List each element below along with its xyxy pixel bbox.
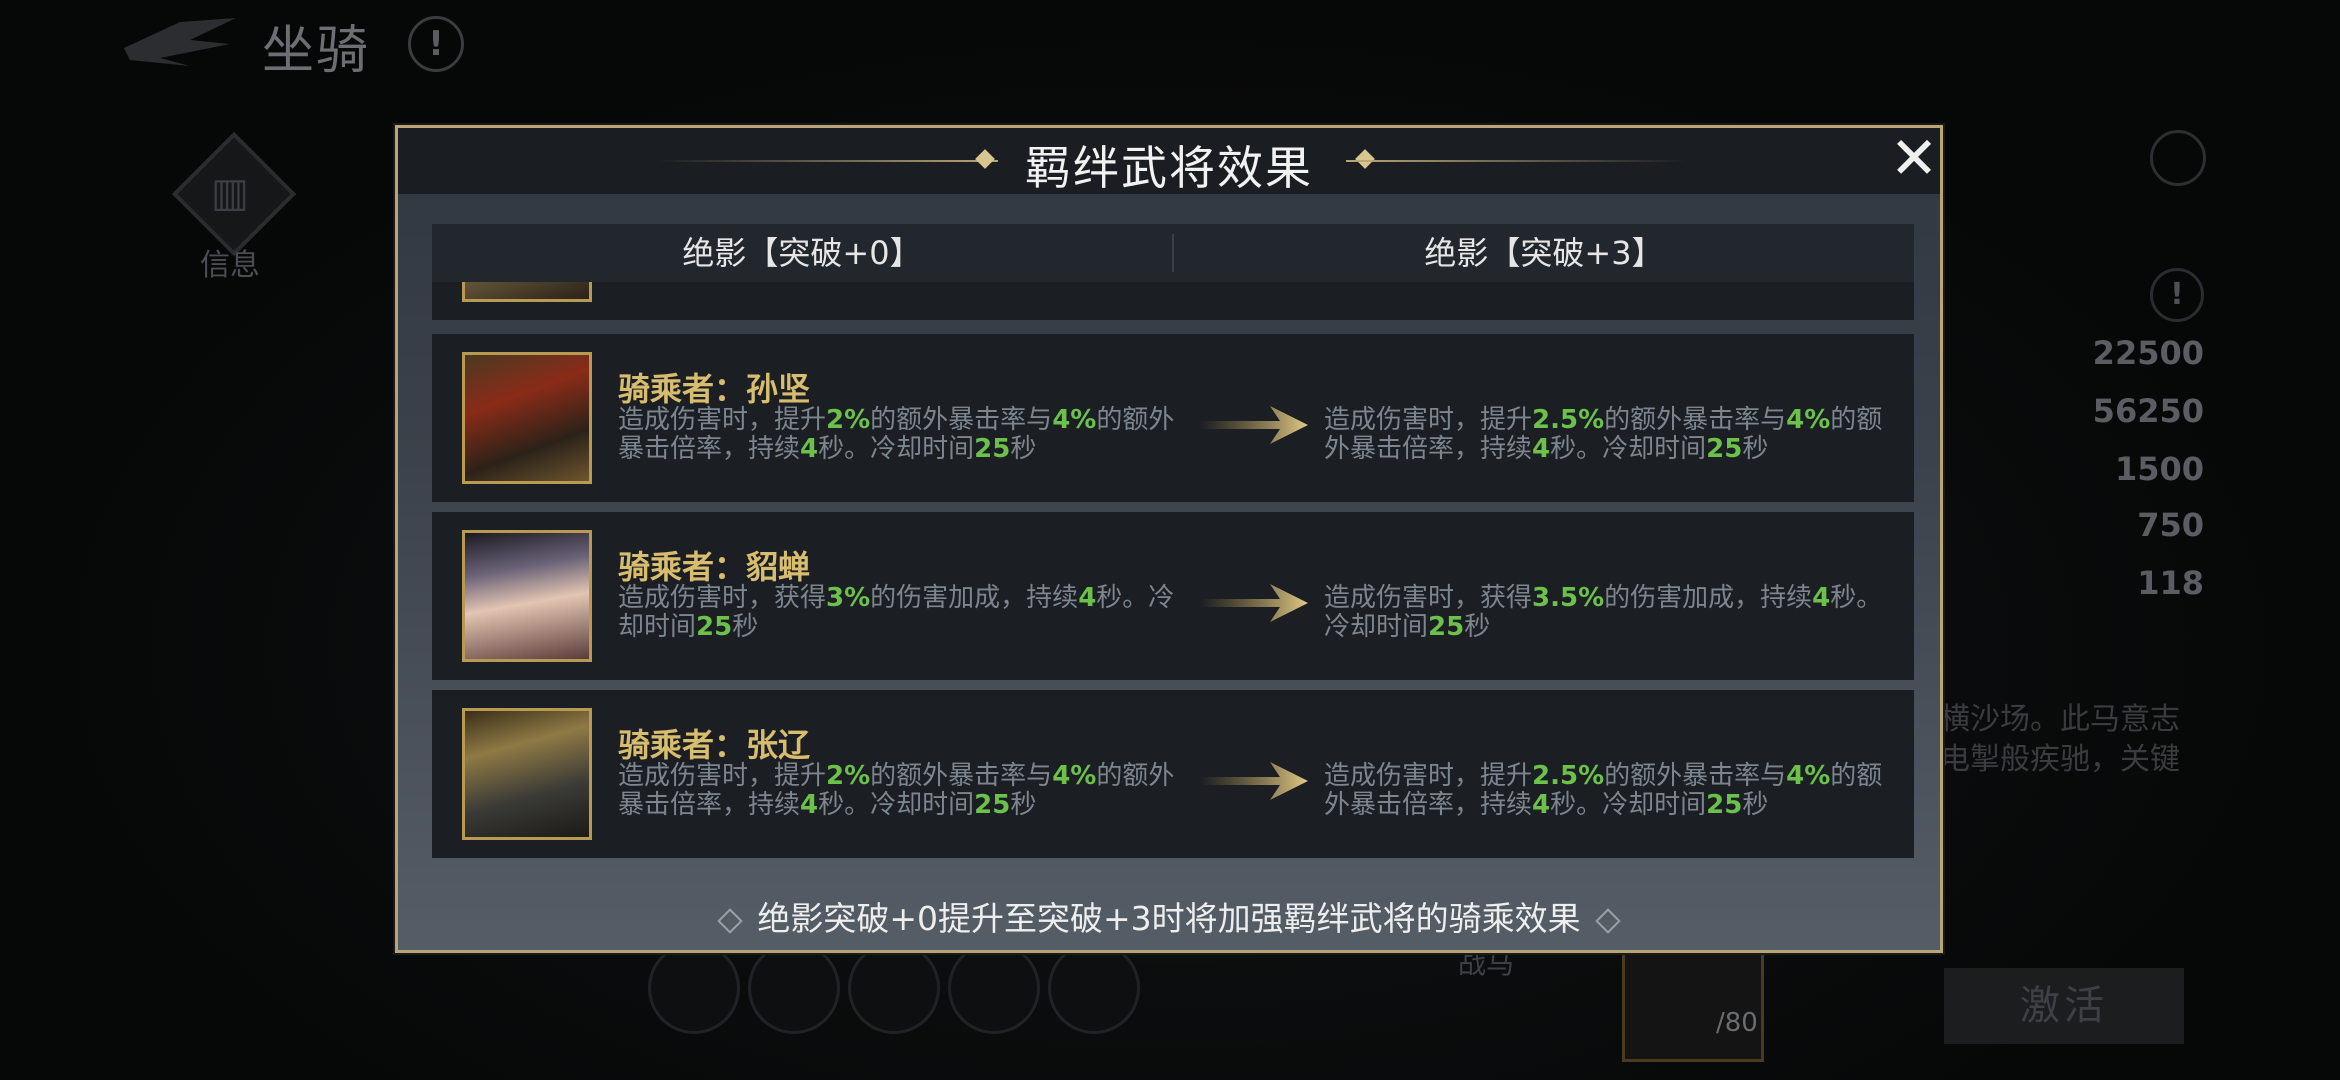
title-decoration bbox=[1346, 160, 1686, 162]
highlight-value: 2% bbox=[826, 405, 871, 435]
general-portrait bbox=[462, 352, 592, 484]
effect-after: 造成伤害时，获得3.5%的伤害加成，持续4秒。冷却时间25秒 bbox=[1324, 584, 1904, 642]
effect-text: 造成伤害时，获得 bbox=[1324, 583, 1533, 613]
list-item: 骑乘者：孙坚 造成伤害时，提升2%的额外暴击率与4%的额外暴击倍率，持续4秒。冷… bbox=[432, 334, 1914, 502]
highlight-value: 2.5% bbox=[1532, 761, 1605, 791]
effect-before: 造成伤害时，提升2%的额外暴击率与4%的额外暴击倍率，持续4秒。冷却时间25秒 bbox=[618, 762, 1198, 820]
highlight-value: 25 bbox=[974, 434, 1011, 464]
diamond-icon bbox=[1594, 907, 1621, 934]
general-portrait bbox=[462, 708, 592, 840]
highlight-value: 4% bbox=[1052, 761, 1097, 791]
tab-info[interactable]: ▥ 信息 bbox=[130, 131, 330, 290]
book-icon: ▥ bbox=[211, 170, 249, 216]
general-portrait bbox=[462, 282, 592, 302]
effect-text: 造成伤害时，提升 bbox=[1324, 405, 1533, 435]
column-header: 绝影【突破+0】 绝影【突破+3】 bbox=[432, 224, 1914, 282]
highlight-value: 4 bbox=[1812, 583, 1831, 613]
highlight-value: 4% bbox=[1052, 405, 1097, 435]
effect-text: 的额外暴击率与 bbox=[1604, 761, 1787, 791]
arrow-right-icon bbox=[1200, 762, 1308, 800]
rider-name: 骑乘者：孙坚 bbox=[618, 370, 811, 408]
highlight-value: 2% bbox=[826, 761, 871, 791]
highlight-value: 25 bbox=[696, 612, 733, 642]
general-portrait bbox=[462, 530, 592, 662]
description-line: 电掣般疾驰，关键 bbox=[1940, 742, 2180, 777]
highlight-value: 4 bbox=[800, 434, 819, 464]
effect-text: 的伤害加成，持续 bbox=[1604, 583, 1813, 613]
dialog-footer-note: 绝影突破+0提升至突破+3时将加强羁绊武将的骑乘效果 bbox=[398, 892, 1940, 940]
rider-name: 骑乘者：张辽 bbox=[618, 726, 811, 764]
stat-value: 22500 bbox=[2092, 334, 2204, 372]
list-item: 骑乘者：张辽 造成伤害时，提升2%的额外暴击率与4%的额外暴击倍率，持续4秒。冷… bbox=[432, 690, 1914, 858]
stat-value: 1500 bbox=[2114, 450, 2204, 488]
search-icon[interactable] bbox=[2150, 130, 2206, 186]
arrow-right-icon bbox=[1200, 584, 1308, 622]
effect-text: 秒。冷却时间 bbox=[818, 434, 975, 464]
effect-text: 造成伤害时，提升 bbox=[618, 761, 827, 791]
column-before: 绝影【突破+0】 bbox=[682, 234, 922, 272]
tab-info-label: 信息 bbox=[200, 248, 260, 283]
activate-button[interactable]: 激活 bbox=[1944, 968, 2184, 1044]
stat-value: 750 bbox=[2137, 506, 2204, 544]
effect-text: 秒。冷却时间 bbox=[818, 790, 975, 820]
highlight-value: 2.5% bbox=[1532, 405, 1605, 435]
effect-text: 秒 bbox=[732, 612, 759, 642]
effect-text: 秒 bbox=[1010, 790, 1037, 820]
effect-text: 的伤害加成，持续 bbox=[870, 583, 1079, 613]
effect-before: 造成伤害时，提升2%的额外暴击率与4%的额外暴击倍率，持续4秒。冷却时间25秒 bbox=[618, 406, 1198, 464]
rider-name: 骑乘者：貂蝉 bbox=[618, 548, 811, 586]
effect-text: 造成伤害时，提升 bbox=[618, 405, 827, 435]
highlight-value: 4 bbox=[1078, 583, 1097, 613]
diamond-icon bbox=[717, 907, 744, 934]
footer-text: 绝影突破+0提升至突破+3时将加强羁绊武将的骑乘效果 bbox=[757, 899, 1581, 938]
bond-effect-dialog: 羁绊武将效果 ✕ 绝影【突破+0】 绝影【突破+3】 外暴击倍率，持续4秒。冷却… bbox=[395, 125, 1943, 953]
effect-text: 造成伤害时，提升 bbox=[1324, 761, 1533, 791]
highlight-value: 25 bbox=[1706, 790, 1743, 820]
stat-value: 118 bbox=[2137, 564, 2204, 602]
effect-text: 秒。冷却时间 bbox=[1550, 790, 1707, 820]
page-title: 坐骑 bbox=[262, 21, 371, 81]
warning-icon[interactable]: ! bbox=[408, 16, 464, 72]
effect-text: 的额外暴击率与 bbox=[1604, 405, 1787, 435]
logo-icon bbox=[124, 18, 236, 66]
list-item: 外暴击倍率，持续4秒。冷却时间25秒 外暴击倍率，持续4秒。冷却时间25秒 bbox=[432, 282, 1914, 320]
highlight-value: 3% bbox=[826, 583, 871, 613]
highlight-value: 4 bbox=[1532, 790, 1551, 820]
highlight-value: 4% bbox=[1786, 405, 1831, 435]
effect-after: 造成伤害时，提升2.5%的额外暴击率与4%的额外暴击倍率，持续4秒。冷却时间25… bbox=[1324, 406, 1904, 464]
highlight-value: 25 bbox=[1428, 612, 1465, 642]
effect-text: 秒 bbox=[1010, 434, 1037, 464]
description-line: 横沙场。此马意志 bbox=[1940, 702, 2180, 737]
effect-text: 的额外暴击率与 bbox=[870, 405, 1053, 435]
stat-value: 56250 bbox=[2092, 392, 2204, 430]
highlight-value: 4 bbox=[1532, 434, 1551, 464]
effect-after: 造成伤害时，提升2.5%的额外暴击率与4%的额外暴击倍率，持续4秒。冷却时间25… bbox=[1324, 762, 1904, 820]
effect-text: 秒 bbox=[1464, 612, 1491, 642]
arrow-right-icon bbox=[1200, 406, 1308, 444]
effect-text: 秒 bbox=[1742, 790, 1769, 820]
effect-text: 秒 bbox=[1742, 434, 1769, 464]
column-after: 绝影【突破+3】 bbox=[1424, 234, 1664, 272]
effect-text: 造成伤害时，获得 bbox=[618, 583, 827, 613]
close-icon[interactable]: ✕ bbox=[1888, 129, 1940, 187]
highlight-value: 4% bbox=[1786, 761, 1831, 791]
highlight-value: 25 bbox=[974, 790, 1011, 820]
list-item: 骑乘者：貂蝉 造成伤害时，获得3%的伤害加成，持续4秒。冷却时间25秒 造成伤害… bbox=[432, 512, 1914, 680]
top-header: 坐骑 ! bbox=[0, 0, 2340, 90]
highlight-value: 25 bbox=[1706, 434, 1743, 464]
dialog-header: 羁绊武将效果 ✕ bbox=[398, 128, 1940, 195]
effect-text: 的额外暴击率与 bbox=[870, 761, 1053, 791]
warning-icon[interactable]: ! bbox=[2150, 268, 2204, 322]
highlight-value: 4 bbox=[800, 790, 819, 820]
dialog-title: 羁绊武将效果 bbox=[1025, 141, 1313, 195]
highlight-value: 3.5% bbox=[1532, 583, 1605, 613]
effect-text: 秒。冷却时间 bbox=[1550, 434, 1707, 464]
item-count: /80 bbox=[1716, 1008, 1758, 1038]
effect-before: 造成伤害时，获得3%的伤害加成，持续4秒。冷却时间25秒 bbox=[618, 584, 1198, 642]
